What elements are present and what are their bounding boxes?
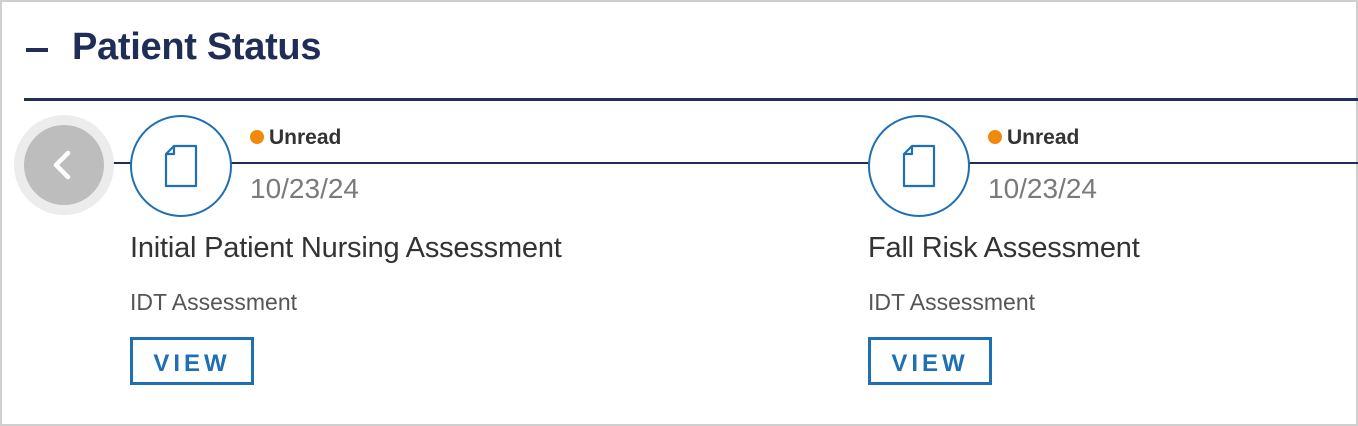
assessment-date: 10/23/24 xyxy=(250,173,359,204)
chevron-left-icon xyxy=(53,150,71,180)
unread-dot xyxy=(250,129,264,144)
previous-button[interactable] xyxy=(14,115,114,215)
unread-dot xyxy=(988,129,1002,144)
status-text: Unread xyxy=(269,126,342,149)
patient-status-panel: Patient Status Unread 10/23/24 Initial P… xyxy=(0,0,1358,426)
assessment-date: 10/23/24 xyxy=(988,173,1097,204)
assessment-card: Unread 10/23/24 Initial Patient Nursing … xyxy=(130,115,690,405)
minus-icon xyxy=(26,48,48,52)
status-badge: Unread xyxy=(250,126,341,152)
status-badge: Unread xyxy=(988,126,1079,152)
assessment-type: IDT Assessment xyxy=(868,289,1036,315)
status-text: Unread xyxy=(1007,126,1080,149)
view-button[interactable]: VIEW xyxy=(130,337,254,385)
document-icon xyxy=(164,144,198,188)
document-icon-circle xyxy=(130,115,232,217)
document-icon xyxy=(902,144,936,188)
section-header: Patient Status xyxy=(24,2,1358,101)
assessment-name: Initial Patient Nursing Assessment xyxy=(130,232,562,264)
collapse-button[interactable] xyxy=(26,42,50,58)
assessment-type: IDT Assessment xyxy=(130,289,298,315)
previous-button-circle xyxy=(24,125,104,205)
assessment-name: Fall Risk Assessment xyxy=(868,232,1140,264)
assessment-card: Unread 10/23/24 Fall Risk Assessment IDT… xyxy=(868,115,1358,405)
section-title: Patient Status xyxy=(72,26,322,68)
view-button[interactable]: VIEW xyxy=(868,337,992,385)
document-icon-circle xyxy=(868,115,970,217)
